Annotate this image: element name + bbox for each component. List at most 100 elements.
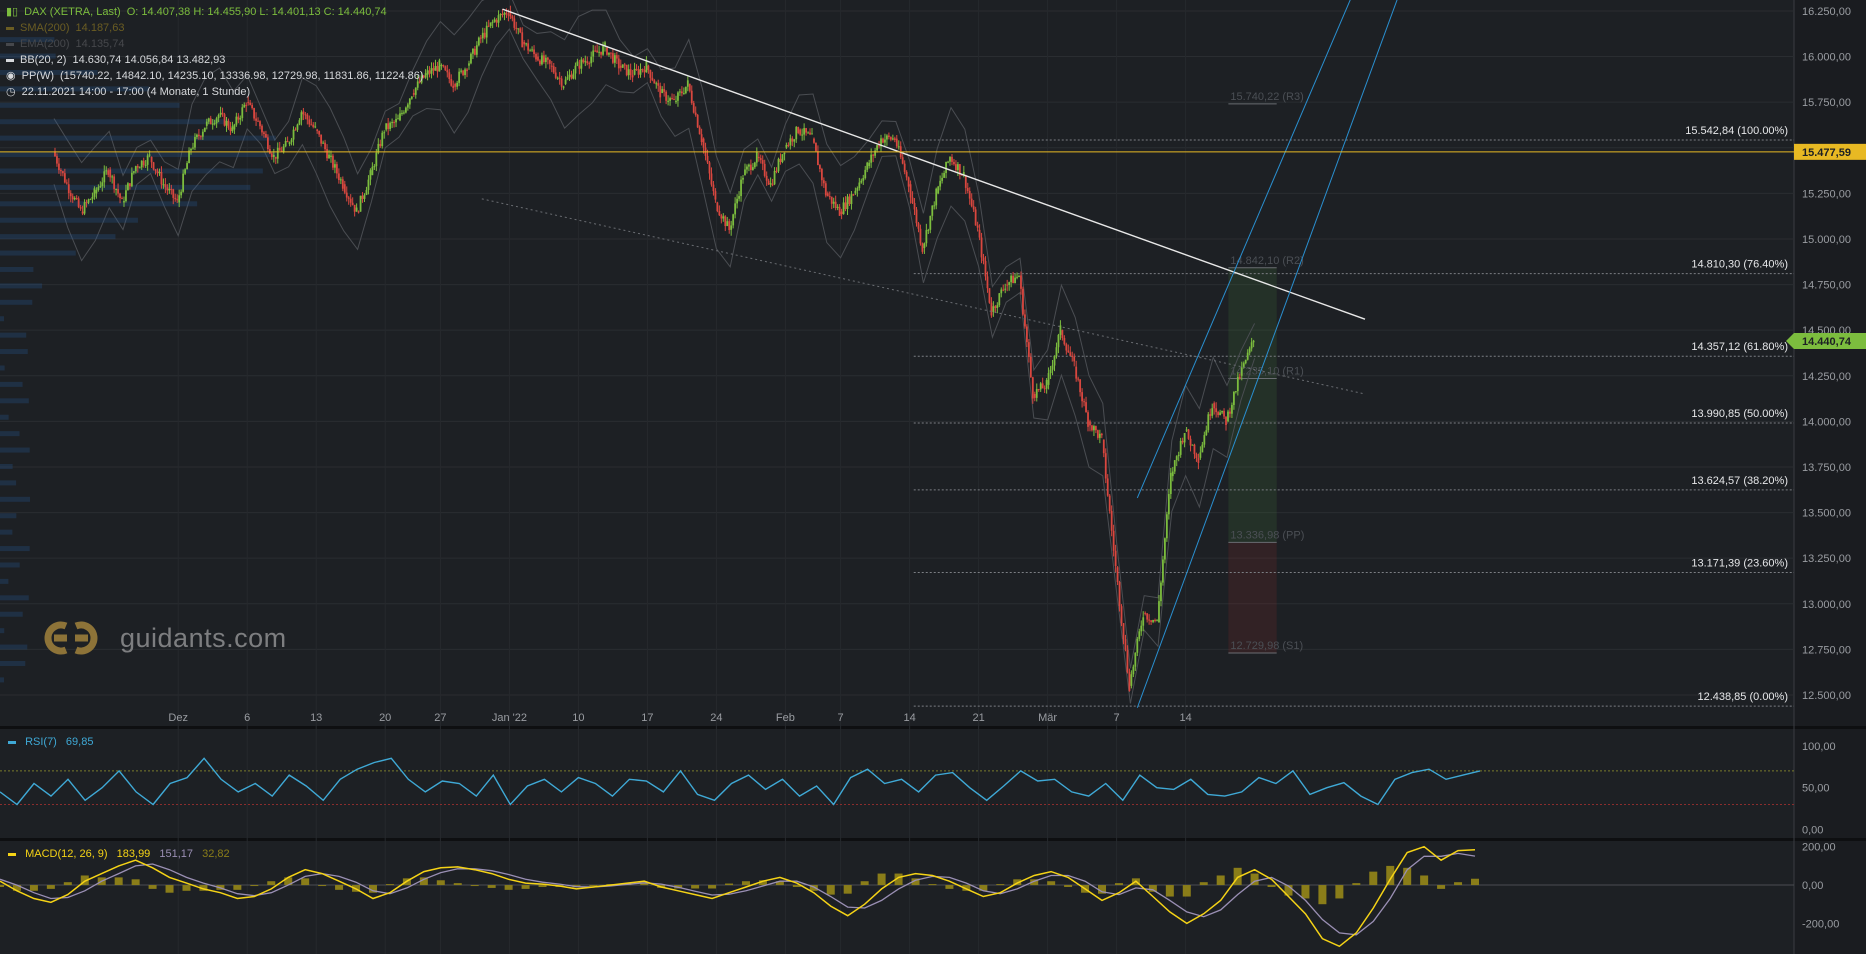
candle-body xyxy=(1089,421,1091,426)
candle-body xyxy=(619,65,622,68)
candle-body xyxy=(1081,392,1083,402)
candle-body xyxy=(148,154,151,156)
candle-body xyxy=(499,14,502,16)
volume-profile-bar xyxy=(0,578,9,584)
candle-body xyxy=(184,169,186,174)
candle-body xyxy=(67,184,70,194)
x-tick-label: 24 xyxy=(710,712,722,724)
candle-body xyxy=(491,21,494,23)
candle-body xyxy=(162,184,165,186)
candle-body xyxy=(913,203,916,210)
candle-body xyxy=(692,103,695,113)
candle-body xyxy=(365,189,368,195)
candle-body xyxy=(225,120,228,126)
candle-body xyxy=(757,156,760,159)
candle-body xyxy=(690,90,693,104)
candle-body xyxy=(1193,444,1196,455)
candle-body xyxy=(1225,416,1227,425)
candle-body xyxy=(681,91,683,94)
volume-profile-bar xyxy=(0,677,4,683)
y-tick-label: 13.500,00 xyxy=(1802,508,1851,520)
candle-body xyxy=(513,18,516,28)
candle-body xyxy=(1057,334,1060,348)
macd-histogram-bar xyxy=(725,883,734,886)
rsi-legend: RSI(7) 69,85 xyxy=(8,736,99,748)
candle-body xyxy=(1012,275,1014,284)
candle-body xyxy=(1098,433,1101,438)
candle-body xyxy=(166,187,169,191)
candle-body xyxy=(939,180,942,187)
x-tick-label: 10 xyxy=(572,712,584,724)
candle-body xyxy=(130,172,133,187)
macd-histogram-bar xyxy=(1352,883,1361,886)
legend-pp-name: PP(W) xyxy=(21,70,54,82)
candle-body xyxy=(517,28,520,30)
candle-body xyxy=(129,183,131,187)
candle-body xyxy=(984,260,987,277)
macd-value: 183,99 xyxy=(116,848,151,860)
candle-body xyxy=(525,43,528,45)
candle-body xyxy=(759,158,762,161)
candle-body xyxy=(805,128,807,133)
candle-body xyxy=(174,197,177,200)
macd-histogram-bar xyxy=(114,877,123,886)
candle-body xyxy=(897,146,900,148)
candle-body xyxy=(921,243,924,252)
candle-body xyxy=(489,22,492,26)
macd-histogram-bar xyxy=(318,885,327,887)
candle-body xyxy=(357,211,360,213)
candle-body xyxy=(1179,440,1182,455)
candle-body xyxy=(1095,426,1097,431)
candle-body xyxy=(937,186,940,194)
candle-body xyxy=(868,162,871,166)
candle-body xyxy=(1039,383,1042,390)
candle-body xyxy=(1100,433,1103,436)
pivot-label: 14.842,10 (R2) xyxy=(1230,255,1303,267)
macd-histogram-bar xyxy=(1335,885,1344,899)
candle-body xyxy=(176,199,179,201)
candle-body xyxy=(77,198,80,208)
candle-body xyxy=(1096,430,1099,438)
chart-canvas[interactable]: 16.250,0016.000,0015.750,0015.500,0015.2… xyxy=(0,0,1866,954)
macd-swatch-icon xyxy=(8,852,16,856)
candle-body xyxy=(819,165,821,170)
candle-body xyxy=(608,52,610,55)
volume-profile-bar xyxy=(0,414,9,420)
candle-body xyxy=(710,173,713,185)
candle-body xyxy=(75,197,78,199)
candle-body xyxy=(941,177,944,181)
candle-body xyxy=(663,89,666,92)
volume-profile-bar xyxy=(0,152,277,158)
candle-body xyxy=(294,129,297,131)
candle-body xyxy=(964,175,967,188)
legend-bb-name: BB(20, 2) xyxy=(20,54,67,66)
candle-body xyxy=(320,134,323,144)
candle-body xyxy=(192,147,194,149)
candle-body xyxy=(696,114,699,128)
volume-profile-bar xyxy=(0,546,30,552)
fib-label: 14.357,12 (61.80%) xyxy=(1691,341,1788,353)
watermark: guidants.com xyxy=(36,617,287,659)
candle-body xyxy=(270,153,273,157)
candle-body xyxy=(1047,373,1050,385)
candle-body xyxy=(679,91,681,93)
candle-body xyxy=(1087,412,1089,427)
candle-body xyxy=(625,64,628,76)
candle-body xyxy=(1217,412,1220,415)
candle-body xyxy=(339,179,342,181)
candle-body xyxy=(479,37,482,39)
y-tick-label: 12.750,00 xyxy=(1802,644,1851,656)
candle-body xyxy=(369,170,372,180)
y-tick-label: 15.750,00 xyxy=(1802,97,1851,109)
macd-histogram-bar xyxy=(436,880,445,886)
candle-body xyxy=(720,215,723,219)
volume-profile-bar xyxy=(0,234,116,240)
candle-body xyxy=(763,163,766,176)
candle-body xyxy=(584,61,587,63)
candle-body xyxy=(807,132,809,134)
candle-body xyxy=(826,193,829,197)
candle-body xyxy=(438,60,441,72)
candle-body xyxy=(487,25,490,27)
candle-body xyxy=(927,229,930,231)
candle-body xyxy=(797,126,800,133)
